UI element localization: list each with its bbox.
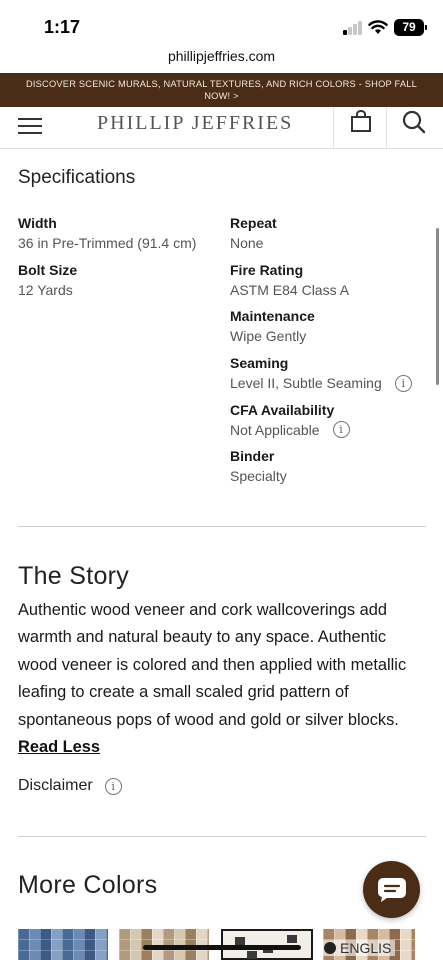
- disclaimer[interactable]: Disclaimer i: [18, 777, 122, 795]
- spec-label: Maintenance: [230, 308, 315, 325]
- spec-cfa-availability: CFA Availability Not Applicable i: [230, 401, 430, 448]
- language-selector[interactable]: ENGLIS: [320, 940, 396, 956]
- spec-label: Bolt Size: [18, 261, 78, 278]
- spec-label: Fire Rating: [230, 261, 304, 278]
- spec-fire-rating: Fire Rating ASTM E84 Class A: [230, 261, 430, 308]
- spec-bolt-size: Bolt Size 12 Yards: [18, 261, 218, 308]
- wifi-icon: [368, 20, 388, 34]
- status-time: 1:17: [44, 17, 81, 37]
- home-indicator[interactable]: [143, 945, 301, 950]
- scrollbar[interactable]: [436, 228, 439, 385]
- read-less-link[interactable]: Read Less: [18, 738, 100, 756]
- spec-label: CFA Availability: [230, 401, 335, 418]
- story-body: Authentic wood veneer and cork wallcover…: [18, 601, 407, 729]
- spec-label: Width: [18, 215, 57, 231]
- battery-icon: 79: [394, 19, 427, 36]
- info-icon[interactable]: i: [394, 374, 412, 392]
- spec-seaming: Seaming Level II, Subtle Seaming i: [230, 354, 430, 401]
- spec-value: Specialty: [230, 468, 287, 485]
- search-icon: [402, 110, 426, 134]
- browser-url[interactable]: phillipjeffries.com: [0, 48, 443, 64]
- site-header: PHILLIP JEFFRIES: [0, 107, 443, 149]
- spec-value: 36 in Pre-Trimmed (91.4 cm): [18, 235, 197, 251]
- cart-button[interactable]: [333, 107, 387, 149]
- disclaimer-label: Disclaimer: [18, 777, 93, 794]
- story-text: Authentic wood veneer and cork wallcover…: [18, 597, 428, 761]
- menu-icon[interactable]: [18, 113, 42, 134]
- section-divider: [18, 526, 426, 527]
- status-bar: 1:17 79: [0, 0, 443, 46]
- promo-banner[interactable]: DISCOVER SCENIC MURALS, NATURAL TEXTURES…: [0, 73, 443, 107]
- cellular-signal-icon: [343, 21, 363, 35]
- speech-bubble-icon: [324, 942, 336, 954]
- spec-value: Not Applicable: [230, 421, 320, 438]
- spec-binder: Binder Specialty: [230, 447, 430, 494]
- specifications-heading: Specifications: [18, 167, 136, 188]
- chat-icon: [378, 878, 406, 902]
- chat-button[interactable]: [363, 861, 420, 918]
- language-label: ENGLIS: [340, 940, 392, 956]
- search-button[interactable]: [388, 107, 443, 149]
- section-divider: [18, 836, 426, 837]
- info-icon[interactable]: i: [332, 421, 350, 439]
- spec-value: ASTM E84 Class A: [230, 281, 350, 298]
- more-colors-heading: More Colors: [18, 871, 158, 899]
- spec-label: Binder: [230, 448, 275, 465]
- spec-value: Wipe Gently: [230, 328, 307, 345]
- shopping-bag-icon: [351, 110, 371, 132]
- spec-label: Repeat: [230, 215, 277, 231]
- spec-value: 12 Yards: [18, 281, 73, 298]
- site-logo[interactable]: PHILLIP JEFFRIES: [97, 112, 293, 135]
- spec-label: Seaming: [230, 355, 289, 372]
- spec-value: None: [230, 235, 264, 251]
- spec-repeat: Repeat None: [230, 214, 430, 261]
- specifications-right-column: Repeat None Fire Rating ASTM E84 Class A…: [230, 214, 430, 494]
- story-heading: The Story: [18, 562, 130, 590]
- color-swatch[interactable]: [18, 929, 108, 960]
- specifications-left-column: Width 36 in Pre-Trimmed (91.4 cm) Bolt S…: [18, 214, 218, 307]
- spec-value: Level II, Subtle Seaming: [230, 375, 382, 392]
- info-icon[interactable]: i: [104, 777, 122, 795]
- spec-width: Width 36 in Pre-Trimmed (91.4 cm): [18, 214, 218, 261]
- spec-maintenance: Maintenance Wipe Gently: [230, 307, 430, 354]
